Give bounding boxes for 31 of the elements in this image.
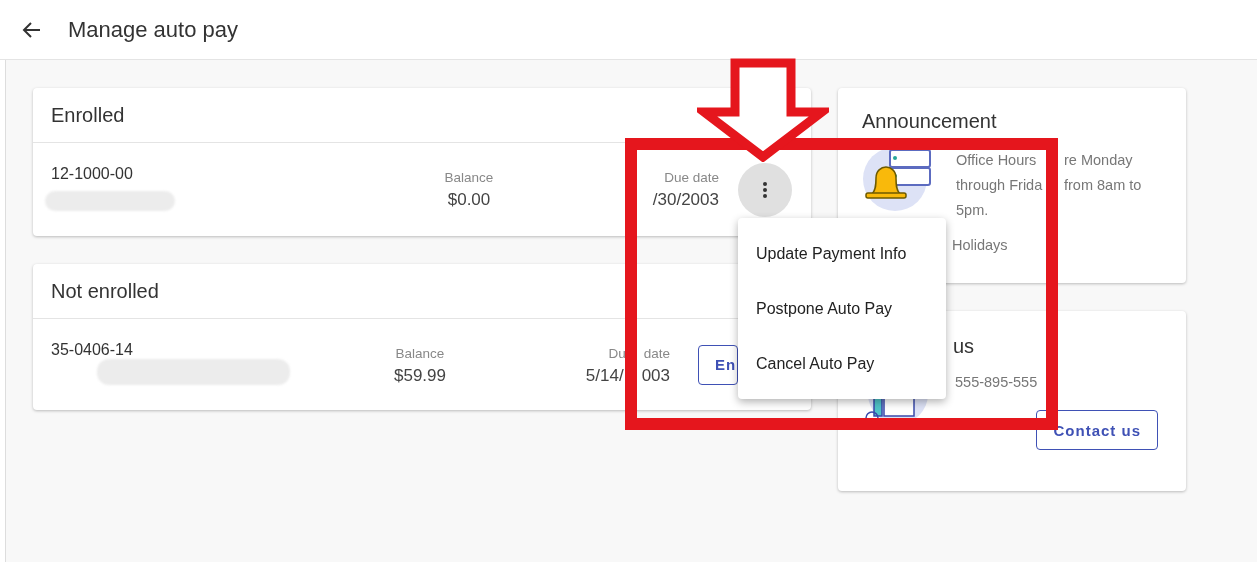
due-date-value: 003 — [641, 366, 670, 386]
phone-number: 555-895-555 — [955, 373, 1038, 392]
card-title: us — [953, 335, 976, 358]
card-title: Announcement — [862, 110, 998, 133]
due-date-value: 5/14/ — [585, 366, 624, 386]
balance-amount: $59.99 — [394, 366, 446, 386]
menu-item[interactable]: Postpone Auto Pay — [738, 281, 946, 336]
due-date-label: Due date — [664, 170, 719, 185]
contact-us-button[interactable]: Contact us — [1036, 410, 1158, 450]
announcement-text: from 8am to — [1064, 176, 1142, 195]
announcement-text: 5pm. — [956, 201, 990, 220]
menu-item[interactable]: Update Payment Info — [738, 226, 946, 281]
page-title: Manage auto pay — [68, 16, 239, 43]
announcement-text: through Frida — [956, 176, 1044, 195]
account-number: 12-1000-00 — [51, 165, 134, 183]
due-date-label: date — [643, 346, 670, 361]
balance-label: Balance — [395, 346, 445, 361]
announcement-text: Office Hours — [956, 151, 1038, 170]
menu-item[interactable]: Cancel Auto Pay — [738, 336, 946, 391]
due-date-value: /30/2003 — [652, 190, 719, 210]
section-title: Enrolled — [51, 103, 125, 127]
enroll-button[interactable]: En — [698, 344, 738, 385]
section-title: Not enrolled — [51, 279, 159, 303]
balance-label: Balance — [444, 170, 494, 185]
balance-amount: $0.00 — [447, 190, 491, 210]
more-vertical-icon — [762, 180, 768, 199]
announcement-text: re Monday — [1064, 151, 1134, 170]
due-date-label: Du — [608, 346, 626, 361]
back-arrow-icon[interactable] — [22, 19, 42, 40]
announcement-text: Holidays — [952, 236, 1009, 255]
account-number: 35-0406-14 — [51, 341, 134, 359]
